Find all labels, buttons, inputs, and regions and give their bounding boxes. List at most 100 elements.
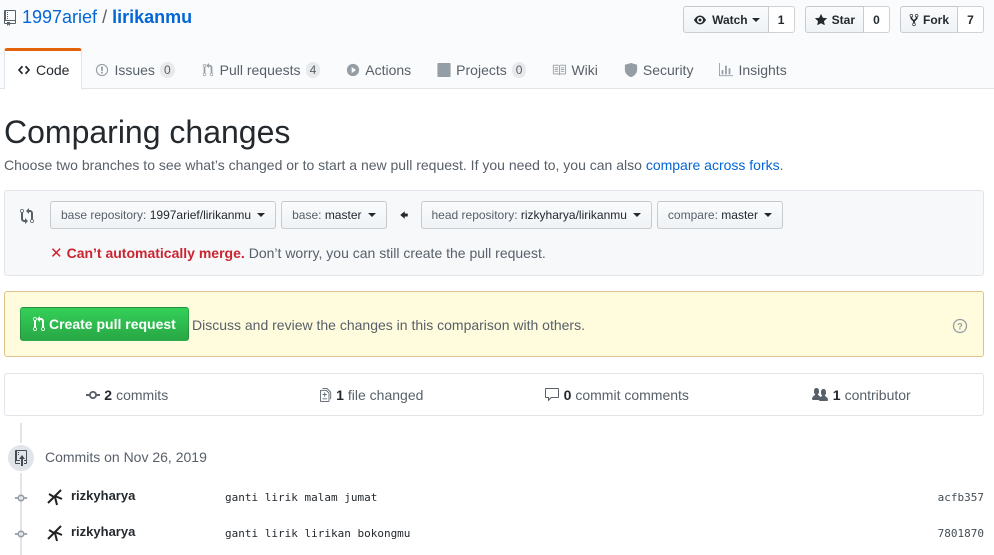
- tab-code-label: Code: [36, 62, 70, 78]
- tab-pull-requests[interactable]: Pull requests 4: [188, 48, 334, 89]
- comments-label: commit comments: [575, 386, 689, 403]
- repo-separator: /: [102, 7, 108, 27]
- question-icon[interactable]: ?: [952, 318, 968, 334]
- avatar[interactable]: [45, 523, 65, 543]
- tab-security-label: Security: [642, 61, 694, 78]
- overall-summary: 2 commits 1 file changed 0 commit commen…: [4, 373, 984, 416]
- page-description: Choose two branches to see what’s change…: [4, 157, 784, 173]
- people-icon: [811, 387, 828, 401]
- commits-count: 2: [104, 386, 113, 403]
- fork-group: Fork 7: [899, 6, 984, 33]
- chevron-down-icon: [763, 213, 772, 217]
- repo-owner-link[interactable]: 1997arief: [22, 7, 97, 28]
- fork-icon: [909, 13, 919, 26]
- comments-count: 0: [563, 386, 572, 403]
- tab-actions[interactable]: Actions: [333, 48, 424, 89]
- description-text: Choose two branches to see what’s change…: [4, 157, 646, 173]
- tab-wiki[interactable]: Wiki: [539, 48, 610, 89]
- arrow-left-icon: [399, 211, 408, 219]
- comments-summary[interactable]: 0 commit comments: [494, 374, 739, 415]
- code-icon: [17, 65, 31, 75]
- tab-projects[interactable]: Projects 0: [424, 48, 539, 89]
- create-pull-request-label: Create pull request: [49, 316, 176, 332]
- merge-error-text: Can’t automatically merge.: [66, 245, 245, 261]
- merge-note-text: Don’t worry, you can still create the pu…: [248, 245, 546, 261]
- commits-summary[interactable]: 2 commits: [5, 374, 250, 415]
- tab-insights-label: Insights: [738, 61, 787, 78]
- svg-text:?: ?: [957, 322, 963, 332]
- eye-icon: [694, 15, 707, 24]
- star-count[interactable]: 0: [863, 6, 890, 33]
- contributors-summary[interactable]: 1 contributor: [739, 374, 984, 415]
- files-label: file changed: [347, 386, 424, 403]
- tab-issues-label: Issues: [114, 61, 155, 78]
- commit-group-marker: [6, 443, 36, 473]
- star-button[interactable]: Star: [804, 6, 864, 33]
- repo-push-icon: [15, 450, 27, 466]
- star-label: Star: [831, 12, 855, 27]
- fork-count[interactable]: 7: [958, 6, 984, 33]
- base-branch-value: master: [324, 208, 362, 222]
- tab-insights[interactable]: Insights: [706, 48, 799, 89]
- create-pull-request-button[interactable]: Create pull request: [20, 307, 189, 341]
- watch-group: Watch 1: [683, 6, 795, 33]
- repo-name-link[interactable]: lirikanmu: [112, 7, 192, 28]
- commit-author-link[interactable]: rizkyharya: [71, 524, 135, 539]
- watch-label: Watch: [712, 12, 748, 27]
- base-repository-select[interactable]: base repository: 1997arief/lirikanmu: [50, 201, 277, 229]
- create-pr-notice: Create pull request Discuss and review t…: [4, 291, 984, 357]
- files-summary[interactable]: 1 file changed: [250, 374, 495, 415]
- fork-label: Fork: [922, 12, 949, 27]
- book-icon: [553, 64, 567, 75]
- commit-icon: [14, 530, 28, 538]
- repo-actions: Watch 1 Star 0 Fork 7: [683, 6, 984, 33]
- files-count: 1: [336, 386, 344, 403]
- compare-branch-select[interactable]: compare: master: [656, 201, 783, 229]
- commit-row: rizkyharya ganti lirik lirikan bokongmu …: [0, 518, 994, 548]
- compare-branch-label: compare:: [667, 208, 722, 222]
- merge-status: ✕ Can’t automatically merge. Don’t worry…: [50, 244, 546, 262]
- watch-count[interactable]: 1: [768, 6, 795, 33]
- head-repository-label: head repository:: [431, 208, 521, 222]
- compare-icon: [20, 208, 34, 224]
- page-title: Comparing changes: [4, 114, 291, 150]
- contributors-label: contributor: [844, 386, 911, 403]
- pull-requests-counter: 4: [305, 61, 321, 78]
- projects-counter: 0: [511, 61, 527, 78]
- contributors-count: 1: [832, 386, 841, 403]
- repo-header: 1997arief / lirikanmu Watch 1 Star 0 For…: [0, 0, 994, 90]
- issues-counter: 0: [159, 61, 175, 78]
- commit-author-link[interactable]: rizkyharya: [71, 488, 135, 503]
- base-branch-label: base:: [292, 208, 325, 222]
- tab-issues[interactable]: Issues 0: [82, 48, 187, 89]
- tab-security[interactable]: Security: [611, 48, 707, 89]
- x-icon: ✕: [50, 245, 63, 262]
- compare-across-forks-link[interactable]: compare across forks: [646, 157, 780, 173]
- tab-code[interactable]: Code: [4, 48, 83, 90]
- commit-sha-link[interactable]: acfb357: [938, 491, 984, 504]
- base-branch-select[interactable]: base: master: [281, 201, 387, 229]
- commit-message-link[interactable]: ganti lirik malam jumat: [225, 491, 377, 504]
- commit-icon: [86, 390, 101, 399]
- comment-icon: [544, 387, 559, 401]
- chevron-down-icon: [632, 213, 641, 217]
- commit-sha-link[interactable]: 7801870: [938, 527, 984, 540]
- commit-group-title: Commits on Nov 26, 2019: [45, 449, 207, 465]
- range-editor: base repository: 1997arief/lirikanmu bas…: [4, 190, 984, 276]
- head-repository-value: rizkyharya/lirikanmu: [520, 208, 627, 222]
- avatar[interactable]: [45, 487, 65, 507]
- pull-request-icon: [202, 62, 213, 76]
- repo-title: 1997arief / lirikanmu: [4, 7, 192, 28]
- commits-label: commits: [116, 386, 169, 403]
- commit-row: rizkyharya ganti lirik malam jumat acfb3…: [0, 482, 994, 512]
- fork-button[interactable]: Fork: [899, 6, 958, 33]
- compare-branch-value: master: [721, 208, 758, 222]
- issue-icon: [96, 63, 109, 76]
- branch-selectors: base repository: 1997arief/lirikanmu bas…: [50, 201, 783, 229]
- star-group: Star 0: [804, 6, 890, 33]
- repo-icon: [4, 9, 16, 26]
- commit-message-link[interactable]: ganti lirik lirikan bokongmu: [225, 527, 410, 540]
- play-icon: [347, 63, 360, 76]
- head-repository-select[interactable]: head repository: rizkyharya/lirikanmu: [420, 201, 652, 229]
- watch-button[interactable]: Watch: [683, 6, 769, 33]
